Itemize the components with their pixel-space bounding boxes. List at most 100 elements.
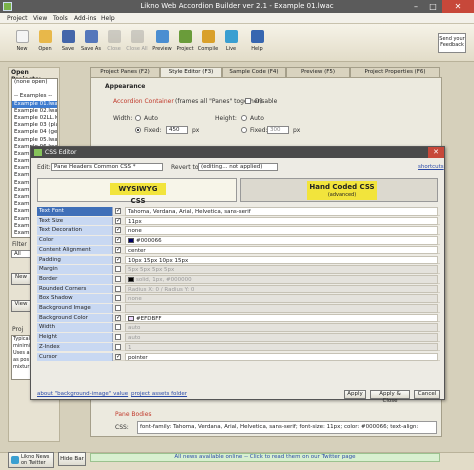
open-button[interactable]: Open [33,27,57,59]
property-checkbox[interactable] [115,236,121,244]
width-fixed-radio[interactable] [135,127,141,133]
property-value[interactable]: 10px 15px 10px 15px [125,255,438,265]
color-swatch[interactable] [128,276,134,282]
revert-select[interactable]: (editing... not applied) [198,163,278,171]
list-item[interactable]: Example 04 (get).lwac [12,129,57,136]
minimize-button[interactable]: – [408,0,424,13]
property-value[interactable]: none [125,226,438,236]
hide-bar-button[interactable]: Hide Bar [58,452,86,466]
wysiwyg-tab[interactable]: WYSIWYG CSS [37,178,237,205]
property-checkbox[interactable] [115,226,121,234]
color-swatch[interactable] [128,315,134,321]
property-checkbox[interactable] [115,295,121,302]
property-checkbox[interactable] [115,314,121,321]
dialog-close-button[interactable]: ✕ [428,147,444,158]
about-background-image-link[interactable]: about "background-image" value [37,391,128,397]
property-value[interactable]: center [125,245,438,255]
property-checkbox[interactable] [115,343,121,350]
property-checkbox[interactable] [115,334,121,341]
maximize-button[interactable]: □ [425,0,441,13]
property-value[interactable]: auto [125,333,438,342]
close-project-button[interactable]: Close [102,27,126,59]
table-row[interactable]: Padding 10px 15px 10px 15px [37,255,440,265]
property-checkbox[interactable] [115,256,121,263]
tab-style-editor[interactable]: Style Editor (F3) [160,67,222,77]
list-item[interactable]: -- Examples -- [12,93,57,100]
property-checkbox[interactable] [115,353,121,360]
new-project-button[interactable]: New [11,273,31,285]
property-checkbox[interactable] [115,246,121,253]
property-value[interactable] [125,304,438,313]
property-checkbox[interactable] [115,275,121,282]
apply-button[interactable]: Apply [344,390,366,399]
property-checkbox[interactable] [115,207,121,214]
list-item[interactable]: Example 02LL.lwac [12,115,57,122]
list-item-selected[interactable]: Example 01.lwac [12,100,57,108]
news-bar[interactable]: All news available online -- Click to re… [90,453,440,462]
property-value[interactable]: 5px 5px 5px 5px [125,265,438,274]
pane-bodies-css-field[interactable]: font-family: Tahoma, Verdana, Arial, Hel… [137,421,437,434]
feedback-button[interactable]: Send your Feedback [438,33,466,53]
height-input[interactable]: 300 [267,126,289,134]
view-project-button[interactable]: View [11,300,31,312]
table-row[interactable]: Rounded Corners Radius X: 0 / Radius Y: 0 [37,284,440,294]
save-button[interactable]: Save [56,27,80,59]
property-value[interactable]: solid, 1px, #000000 [125,274,438,284]
new-button[interactable]: New [10,27,34,59]
property-value[interactable]: auto [125,323,438,333]
menu-add-ins[interactable]: Add-ins [71,13,99,24]
list-item[interactable]: Example 03 (play panes) [12,122,57,129]
table-row[interactable]: Content Alignment center [37,245,440,255]
table-row[interactable]: Z-Index 1 [37,342,440,352]
edit-select[interactable]: Pane Headers Common CSS * [51,163,163,171]
table-row[interactable]: Margin 5px 5px 5px 5px [37,265,440,274]
table-row[interactable]: Text Size 11px [37,216,440,226]
property-checkbox[interactable] [115,285,121,292]
table-row[interactable]: Height auto [37,333,440,342]
table-row[interactable]: Box Shadow none [37,294,440,303]
shortcuts-link[interactable]: shortcuts [418,164,444,170]
property-checkbox[interactable] [115,217,121,224]
property-value[interactable]: 1 [125,342,438,352]
help-button[interactable]: Help [245,27,269,59]
save-as-button[interactable]: Save As [79,27,103,59]
table-row[interactable]: Background Color #EFDBFF [37,313,440,323]
property-checkbox[interactable] [115,266,121,273]
property-value[interactable]: Tahoma, Verdana, Arial, Helvetica, sans-… [125,207,438,216]
table-row[interactable]: Text Decoration none [37,226,440,236]
property-checkbox[interactable] [115,324,121,331]
preview-button[interactable]: Preview [150,27,174,59]
disable-checkbox[interactable] [245,98,251,104]
list-item[interactable]: Example 02.lwac [12,108,57,115]
project-button[interactable]: Project [173,27,197,59]
tab-project-properties[interactable]: Project Properties (F6) [350,67,440,77]
compile-button[interactable]: Compile [196,27,220,59]
tab-project-panes[interactable]: Project Panes (F2) [90,67,160,77]
live-button[interactable]: Live [219,27,243,59]
property-value[interactable]: Radius X: 0 / Radius Y: 0 [125,284,438,294]
apply-close-button[interactable]: Apply & Close [370,390,410,404]
hand-coded-tab[interactable]: Hand Coded CSS (advanced) [240,178,438,202]
property-value[interactable]: none [125,294,438,303]
menu-project[interactable]: Project [4,13,31,24]
close-window-button[interactable]: ✕ [442,0,474,13]
menu-help[interactable]: Help [98,13,118,24]
list-item[interactable]: (none open) [12,79,57,86]
project-assets-folder-link[interactable]: project assets folder [131,391,187,397]
height-fixed-radio[interactable] [241,127,247,133]
table-row[interactable]: Width auto [37,323,440,333]
table-row[interactable]: Border solid, 1px, #000000 [37,274,440,284]
table-row[interactable]: Background Image [37,304,440,313]
width-auto-radio[interactable] [135,115,141,121]
table-row[interactable]: Color #000066 [37,236,440,245]
property-checkbox[interactable] [115,305,121,311]
close-all-button[interactable]: Close All [125,27,149,59]
menu-view[interactable]: View [30,13,50,24]
cancel-button[interactable]: Cancel [414,390,440,399]
property-value[interactable]: #000066 [125,236,438,245]
color-swatch[interactable] [128,238,134,244]
width-input[interactable]: 450 [166,126,188,134]
property-value[interactable]: 11px [125,216,438,226]
tab-sample-code[interactable]: Sample Code (F4) [222,67,286,77]
height-auto-radio[interactable] [241,115,247,121]
